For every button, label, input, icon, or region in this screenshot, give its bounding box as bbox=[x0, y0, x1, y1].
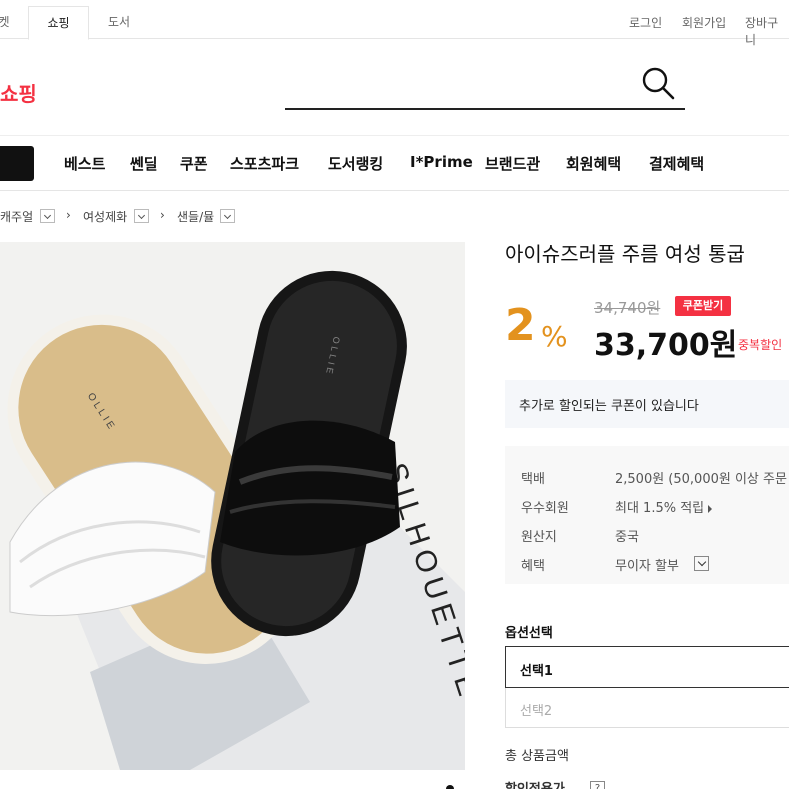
option-select-1-text: 선택1 bbox=[520, 664, 553, 679]
benefit-label: 혜택 bbox=[521, 559, 545, 574]
breadcrumb-casual[interactable]: 캐주얼 bbox=[0, 208, 33, 225]
nav-divider-bottom bbox=[0, 190, 789, 191]
origin-value: 중국 bbox=[615, 530, 639, 545]
nav-deal[interactable]: 쎈딜 bbox=[130, 153, 158, 174]
shipping-label: 택배 bbox=[521, 472, 545, 487]
discount-applied-label: 할인적용가 bbox=[505, 778, 565, 789]
nav-divider bbox=[0, 135, 789, 136]
nav-sports-park[interactable]: 스포츠파크 bbox=[230, 153, 299, 174]
caret-right-icon bbox=[708, 504, 713, 513]
search-icon[interactable] bbox=[641, 66, 675, 100]
member-value: 최대 1.5% 적립 bbox=[615, 501, 705, 516]
product-image[interactable]: SILHOUETTE OLLIE OLLIE bbox=[0, 242, 465, 770]
search-input[interactable] bbox=[285, 108, 685, 110]
chevron-right-icon: › bbox=[160, 208, 165, 222]
chevron-down-icon[interactable] bbox=[220, 209, 235, 223]
signup-link[interactable]: 회원가입 bbox=[682, 14, 726, 31]
nav-brand[interactable]: 브랜드관 bbox=[485, 153, 540, 174]
chevron-down-icon[interactable] bbox=[694, 556, 709, 571]
total-price-label: 총 상품금액 bbox=[505, 749, 569, 764]
option-select-label: 옵션선택 bbox=[505, 626, 553, 641]
sandals-photo: SILHOUETTE OLLIE OLLIE bbox=[0, 242, 465, 770]
cart-link[interactable]: 장바구니 bbox=[745, 14, 789, 48]
option-select-2-text: 선택2 bbox=[520, 704, 553, 719]
nav-coupon[interactable]: 쿠폰 bbox=[180, 153, 208, 174]
help-icon[interactable]: ? bbox=[590, 781, 605, 789]
tab-books[interactable]: 도서 bbox=[89, 6, 149, 39]
category-menu-button[interactable] bbox=[0, 146, 34, 181]
coupon-notice-text: 추가로 할인되는 쿠폰이 있습니다 bbox=[519, 399, 699, 414]
login-link[interactable]: 로그인 bbox=[629, 14, 662, 31]
member-label: 우수회원 bbox=[521, 501, 569, 516]
get-coupon-button[interactable]: 쿠폰받기 bbox=[675, 296, 731, 316]
nav-prime[interactable]: I*Prime bbox=[410, 153, 473, 171]
breadcrumb-women-shoes[interactable]: 여성제화 bbox=[83, 208, 127, 225]
discount-percent-sign: % bbox=[541, 320, 568, 353]
chevron-down-icon[interactable] bbox=[134, 209, 149, 223]
nav-book-ranking[interactable]: 도서랭킹 bbox=[328, 153, 383, 174]
member-reward[interactable]: 최대 1.5% 적립 bbox=[615, 497, 713, 516]
nav-member-benefit[interactable]: 회원혜택 bbox=[566, 153, 621, 174]
duplicate-discount-link[interactable]: 중복할인 bbox=[738, 336, 782, 353]
tab-shopping[interactable]: 쇼핑 bbox=[28, 6, 89, 40]
image-pager-dot[interactable] bbox=[446, 785, 454, 789]
original-price: 34,740원 bbox=[594, 299, 661, 317]
shopping-logo[interactable]: 쇼핑 bbox=[0, 78, 37, 107]
product-title: 아이슈즈러플 주름 여성 통굽 bbox=[505, 242, 745, 266]
nav-best[interactable]: 베스트 bbox=[64, 153, 105, 174]
tab-market[interactable]: 켓 bbox=[0, 6, 28, 39]
sale-price: 33,700원 bbox=[594, 328, 738, 363]
discount-rate: 2 bbox=[505, 300, 536, 351]
origin-label: 원산지 bbox=[521, 530, 557, 545]
shipping-value: 2,500원 (50,000원 이상 주문 bbox=[615, 472, 787, 487]
chevron-right-icon: › bbox=[66, 208, 71, 222]
chevron-down-icon[interactable] bbox=[40, 209, 55, 223]
benefit-value: 무이자 할부 bbox=[615, 559, 679, 574]
top-tab-bar: 켓 쇼핑 도서 로그인 회원가입 장바구니 bbox=[0, 0, 789, 47]
breadcrumb-sandals[interactable]: 샌들/뮬 bbox=[177, 208, 214, 225]
nav-payment-benefit[interactable]: 결제혜택 bbox=[649, 153, 704, 174]
